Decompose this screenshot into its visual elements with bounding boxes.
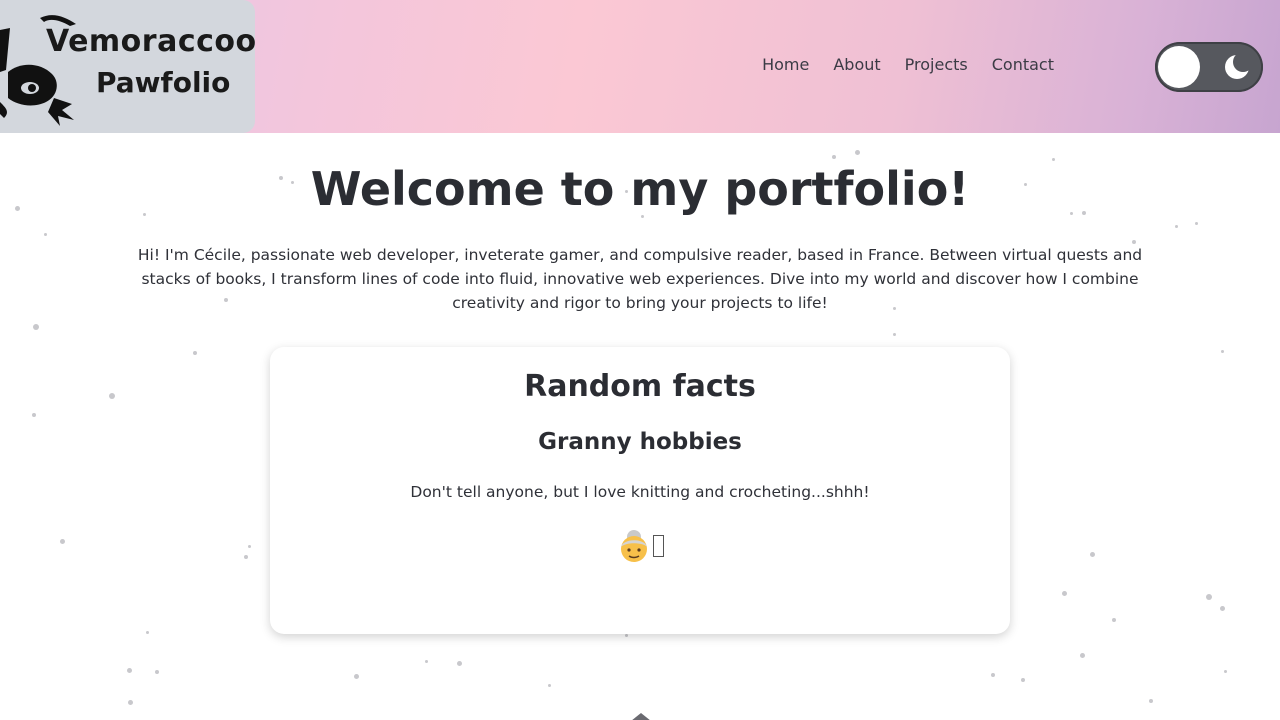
fact-text: Don't tell anyone, but I love knitting a… bbox=[410, 483, 870, 501]
moon-icon bbox=[1225, 53, 1251, 79]
particle-dot bbox=[893, 333, 896, 336]
portfolio-page: Vemoraccoon Pawfolio Home About Projects… bbox=[0, 0, 1280, 720]
particle-dot bbox=[1052, 158, 1055, 161]
scroll-up-icon[interactable] bbox=[631, 713, 651, 720]
particle-dot bbox=[1195, 222, 1198, 225]
nav-link-about[interactable]: About bbox=[833, 55, 880, 74]
nav-link-projects[interactable]: Projects bbox=[905, 55, 968, 74]
particle-dot bbox=[1062, 591, 1067, 596]
fact-emoji bbox=[270, 527, 1010, 564]
toggle-knob bbox=[1158, 46, 1200, 88]
particle-dot bbox=[33, 324, 39, 330]
particle-dot bbox=[155, 670, 159, 674]
missing-glyph-icon bbox=[652, 534, 664, 557]
theme-toggle[interactable] bbox=[1155, 42, 1263, 92]
particle-dot bbox=[109, 393, 115, 399]
nav-link-contact[interactable]: Contact bbox=[992, 55, 1054, 74]
particle-dot bbox=[425, 660, 428, 663]
nav-link-home[interactable]: Home bbox=[762, 55, 809, 74]
logo-subtitle: Pawfolio bbox=[96, 66, 231, 99]
fact-title: Granny hobbies bbox=[538, 429, 742, 455]
particle-dot bbox=[44, 233, 47, 236]
particle-dot bbox=[548, 684, 551, 687]
particle-dot bbox=[832, 155, 836, 159]
particle-dot bbox=[1175, 225, 1178, 228]
older-woman-emoji-icon bbox=[620, 529, 647, 562]
particle-dot bbox=[1224, 670, 1227, 673]
logo-title: Vemoraccoon bbox=[46, 24, 255, 59]
card-title: Random facts bbox=[524, 369, 756, 404]
particle-dot bbox=[625, 634, 628, 637]
particle-dot bbox=[1206, 594, 1212, 600]
particle-dot bbox=[1220, 606, 1225, 611]
particle-dot bbox=[1090, 552, 1095, 557]
particle-dot bbox=[146, 631, 149, 634]
particle-dot bbox=[1112, 618, 1116, 622]
site-header: Vemoraccoon Pawfolio Home About Projects… bbox=[0, 0, 1280, 133]
particle-dot bbox=[855, 150, 860, 155]
particle-dot bbox=[127, 668, 132, 673]
particle-dot bbox=[354, 674, 359, 679]
particle-dot bbox=[60, 539, 65, 544]
intro-paragraph: Hi! I'm Cécile, passionate web developer… bbox=[137, 246, 1143, 312]
particle-dot bbox=[248, 545, 251, 548]
particle-dot bbox=[128, 700, 133, 705]
particle-dot bbox=[32, 413, 36, 417]
page-title: Welcome to my portfolio! bbox=[310, 162, 970, 216]
particle-dot bbox=[244, 555, 248, 559]
random-facts-card: Random facts Granny hobbies Don't tell a… bbox=[270, 347, 1010, 634]
main-nav: Home About Projects Contact bbox=[762, 55, 1054, 74]
particle-dot bbox=[1221, 350, 1224, 353]
particle-dot bbox=[1080, 653, 1085, 658]
particle-dot bbox=[1021, 678, 1025, 682]
site-logo[interactable]: Vemoraccoon Pawfolio bbox=[0, 0, 255, 133]
particle-dot bbox=[457, 661, 462, 666]
particle-dot bbox=[193, 351, 197, 355]
particle-dot bbox=[1149, 699, 1153, 703]
particle-dot bbox=[991, 673, 995, 677]
